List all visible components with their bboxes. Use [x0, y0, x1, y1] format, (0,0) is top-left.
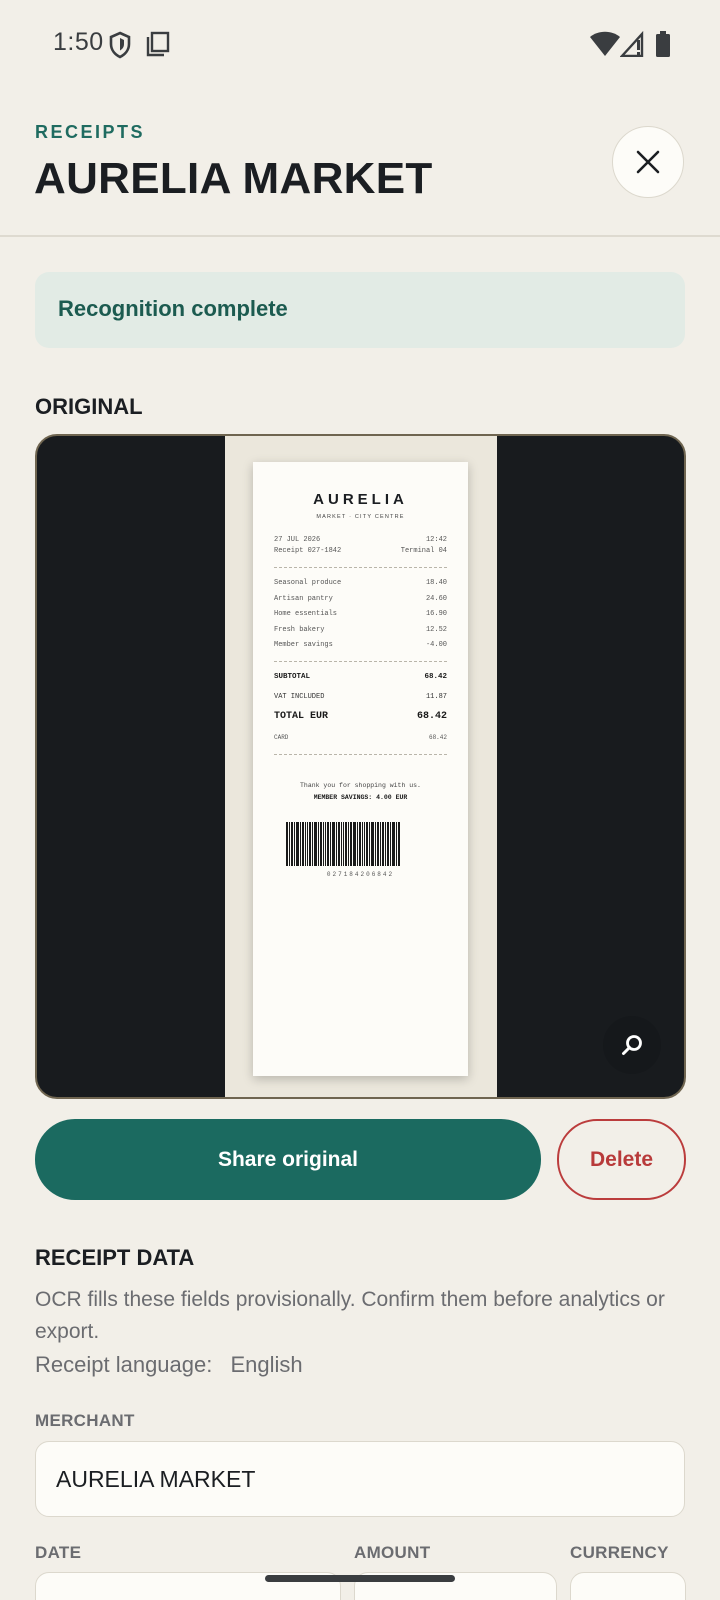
status-bar: 1:50: [0, 0, 720, 92]
receipt-item-price: 24.60: [425, 595, 447, 603]
receipt-thanks: Thank you for shopping with us.: [300, 782, 421, 789]
receipt-number-row: Receipt 027-1842 Terminal 04: [274, 547, 447, 555]
receipt-savings-note: MEMBER SAVINGS: 4.00 EUR: [313, 794, 408, 801]
receipt-total-label: TOTAL EUR: [274, 711, 329, 722]
receipt-item-name: Seasonal produce: [274, 579, 342, 587]
currency-field[interactable]: [570, 1572, 686, 1600]
receipt-item: Home essentials 16.90: [274, 610, 447, 618]
receipt-language-label: Receipt language:: [35, 1352, 213, 1377]
close-icon: [636, 150, 660, 174]
receipt-subtotal-row: SUBTOTAL 68.42: [274, 673, 447, 681]
currency-field-label: CURRENCY: [570, 1543, 669, 1562]
receipt-time: 12:42: [425, 536, 447, 544]
delete-button[interactable]: Delete: [557, 1119, 686, 1200]
recognition-status-banner: Recognition complete: [35, 272, 685, 348]
amount-field-label: AMOUNT: [354, 1543, 431, 1562]
receipt-payment-label: CARD: [274, 734, 289, 741]
header: RECEIPTS AURELIA MARKET: [0, 92, 720, 237]
receipt-barcode-number: 027184206842: [326, 871, 395, 878]
receipt-divider: [274, 567, 447, 568]
receipt-total-row: TOTAL EUR 68.42: [274, 711, 447, 722]
battery-icon: [656, 31, 670, 57]
copy-icon: [146, 31, 170, 57]
receipt-preview[interactable]: AURELIA MARKET · CITY CENTRE 27 JUL 2026…: [35, 434, 686, 1099]
receipt-total-value: 68.42: [416, 711, 447, 722]
receipt-vat-row: VAT INCLUDED 11.87: [274, 693, 447, 701]
receipt-data-section-label: RECEIPT DATA: [35, 1245, 195, 1270]
receipt-item: Artisan pantry 24.60: [274, 595, 447, 603]
receipt-item-price: 12.52: [425, 626, 447, 634]
receipt-vat-value: 11.87: [425, 693, 447, 701]
receipt-payment-value: 68.42: [428, 734, 447, 741]
receipt-vat-label: VAT INCLUDED: [274, 693, 325, 701]
receipt-language-value[interactable]: English: [230, 1352, 302, 1377]
receipt-image: AURELIA MARKET · CITY CENTRE 27 JUL 2026…: [253, 462, 468, 1076]
original-section-label: ORIGINAL: [35, 394, 143, 419]
receipt-item: Seasonal produce 18.40: [274, 579, 447, 587]
receipt-item-name: Member savings: [274, 641, 333, 649]
receipt-item: Member savings -4.00: [274, 641, 447, 649]
receipt-item-name: Fresh bakery: [274, 626, 325, 634]
status-time: 1:50: [53, 28, 104, 56]
home-indicator[interactable]: [265, 1575, 455, 1582]
section-eyebrow: RECEIPTS: [35, 122, 146, 142]
signal-icon: [620, 31, 644, 57]
merchant-field-label: MERCHANT: [35, 1411, 135, 1430]
receipt-number: Receipt 027-1842: [274, 547, 342, 555]
receipt-item-name: Home essentials: [274, 610, 338, 618]
share-original-button[interactable]: Share original: [35, 1119, 541, 1200]
receipt-payment-row: CARD 68.42: [274, 734, 447, 741]
receipt-barcode: [286, 822, 434, 866]
receipt-item-price: -4.00: [425, 641, 447, 649]
merchant-field[interactable]: AURELIA MARKET: [35, 1441, 685, 1517]
receipt-item-name: Artisan pantry: [274, 595, 333, 603]
page-title: AURELIA MARKET: [34, 154, 433, 203]
receipt-item-price: 16.90: [425, 610, 447, 618]
close-button[interactable]: [612, 126, 684, 198]
receipt-item: Fresh bakery 12.52: [274, 626, 447, 634]
receipt-brand: AURELIA: [313, 491, 408, 508]
receipt-date: 27 JUL 2026: [274, 536, 321, 544]
receipt-divider: [274, 754, 447, 755]
shield-icon: [109, 31, 131, 59]
receipt-data-helper-text: OCR fills these fields provisionally. Co…: [35, 1288, 665, 1343]
receipt-subtotal-label: SUBTOTAL: [274, 673, 311, 681]
recognition-status-text: Recognition complete: [58, 296, 288, 321]
receipt-date-row: 27 JUL 2026 12:42: [274, 536, 447, 544]
wifi-icon: [590, 31, 620, 56]
receipt-subtitle: MARKET · CITY CENTRE: [316, 514, 405, 520]
receipt-terminal: Terminal 04: [400, 547, 447, 555]
date-field-label: DATE: [35, 1543, 82, 1562]
receipt-subtotal-value: 68.42: [424, 673, 447, 681]
receipt-language-row: Receipt language: English: [35, 1352, 315, 1378]
merchant-field-value: AURELIA MARKET: [56, 1466, 256, 1492]
receipt-divider: [274, 661, 447, 662]
zoom-button[interactable]: [603, 1016, 661, 1074]
search-icon: [622, 1035, 642, 1055]
receipt-item-price: 18.40: [425, 579, 447, 587]
